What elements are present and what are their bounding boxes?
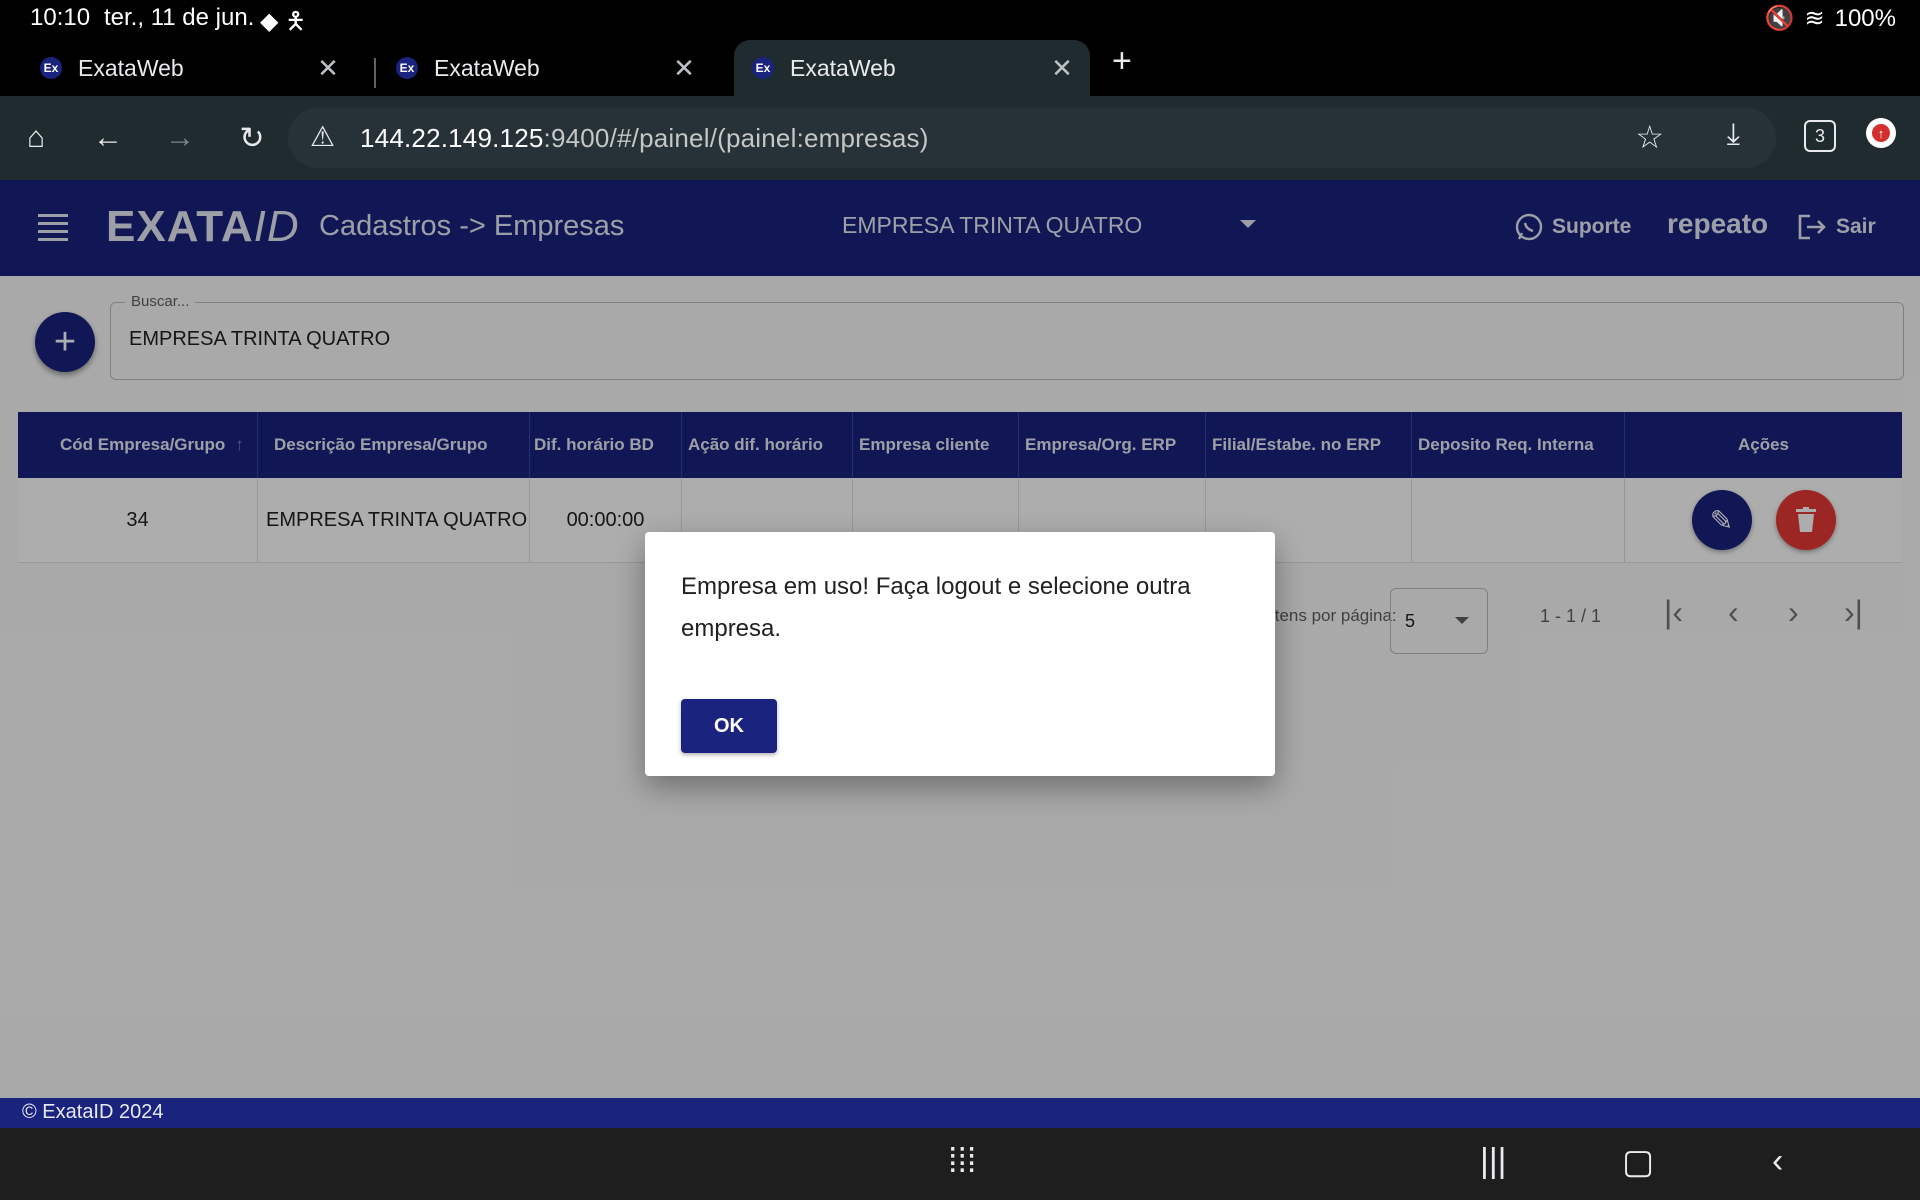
recent-apps-icon[interactable]: ||| bbox=[1480, 1142, 1507, 1181]
wifi-icon: ≋ bbox=[1804, 5, 1825, 32]
tab-title: ExataWeb bbox=[434, 54, 540, 81]
exata-favicon-icon: Ex bbox=[40, 57, 62, 79]
system-nav-bar: ⁞⁞⁞ ||| ▢ ‹ bbox=[0, 1128, 1920, 1200]
home-icon[interactable]: ⌂ bbox=[14, 116, 58, 160]
ok-button[interactable]: OK bbox=[681, 699, 777, 753]
status-date: ter., 11 de jun. bbox=[104, 4, 255, 31]
not-secure-warning-icon[interactable]: ⚠ bbox=[310, 120, 335, 153]
back-button-icon[interactable]: ‹ bbox=[1772, 1142, 1783, 1181]
browser-toolbar: ⌂ ← → ↻ ⚠ 144.22.149.125:9400/#/painel/(… bbox=[0, 96, 1920, 180]
exata-favicon-icon: Ex bbox=[752, 57, 774, 79]
browser-tab-1[interactable]: Ex ExataWeb ✕ bbox=[0, 40, 356, 96]
alert-dialog: Empresa em uso! Faça logout e selecione … bbox=[645, 532, 1275, 776]
profile-update-icon[interactable]: ↑ bbox=[1866, 118, 1896, 148]
back-icon[interactable]: ← bbox=[86, 116, 130, 160]
status-time: 10:10 bbox=[30, 4, 91, 31]
close-icon[interactable]: ✕ bbox=[308, 53, 348, 84]
app-drawer-icon[interactable]: ⁞⁞⁞ bbox=[948, 1142, 976, 1181]
bookmark-star-icon[interactable]: ☆ bbox=[1635, 118, 1664, 156]
exata-favicon-icon: Ex bbox=[396, 57, 418, 79]
close-icon[interactable]: ✕ bbox=[664, 53, 704, 84]
url-text[interactable]: 144.22.149.125:9400/#/painel/(painel:emp… bbox=[360, 123, 929, 154]
reload-icon[interactable]: ↻ bbox=[230, 116, 274, 160]
tab-switcher-button[interactable]: 3 bbox=[1804, 120, 1836, 152]
dialog-message: Empresa em uso! Faça logout e selecione … bbox=[681, 573, 1191, 642]
home-button-icon[interactable]: ▢ bbox=[1622, 1142, 1654, 1182]
download-icon[interactable]: ⤓ bbox=[1727, 118, 1740, 152]
mute-icon: 🔇 bbox=[1764, 5, 1795, 32]
tab-title: ExataWeb bbox=[790, 54, 896, 81]
new-tab-icon[interactable]: + bbox=[1112, 42, 1132, 81]
copyright-text: © ExataID 2024 bbox=[22, 1101, 164, 1123]
footer: © ExataID 2024 bbox=[0, 1098, 1920, 1128]
tab-title: ExataWeb bbox=[78, 54, 184, 81]
address-bar[interactable]: ⚠ 144.22.149.125:9400/#/painel/(painel:e… bbox=[288, 108, 1776, 168]
browser-tab-3-active[interactable]: Ex ExataWeb ✕ bbox=[734, 40, 1090, 96]
battery-level: 100% bbox=[1834, 4, 1896, 32]
tab-strip: Ex ExataWeb ✕ Ex ExataWeb ✕ Ex ExataWeb … bbox=[0, 36, 1920, 96]
status-bar: 10:10 ter., 11 de jun. ◆ 🯅 🔇 ≋ 100% bbox=[0, 0, 1920, 36]
close-icon[interactable]: ✕ bbox=[1042, 53, 1082, 84]
forward-icon[interactable]: → bbox=[158, 116, 202, 160]
browser-tab-2[interactable]: Ex ExataWeb ✕ bbox=[356, 40, 712, 96]
status-icons: 🔇 ≋ 100% bbox=[1765, 4, 1896, 33]
